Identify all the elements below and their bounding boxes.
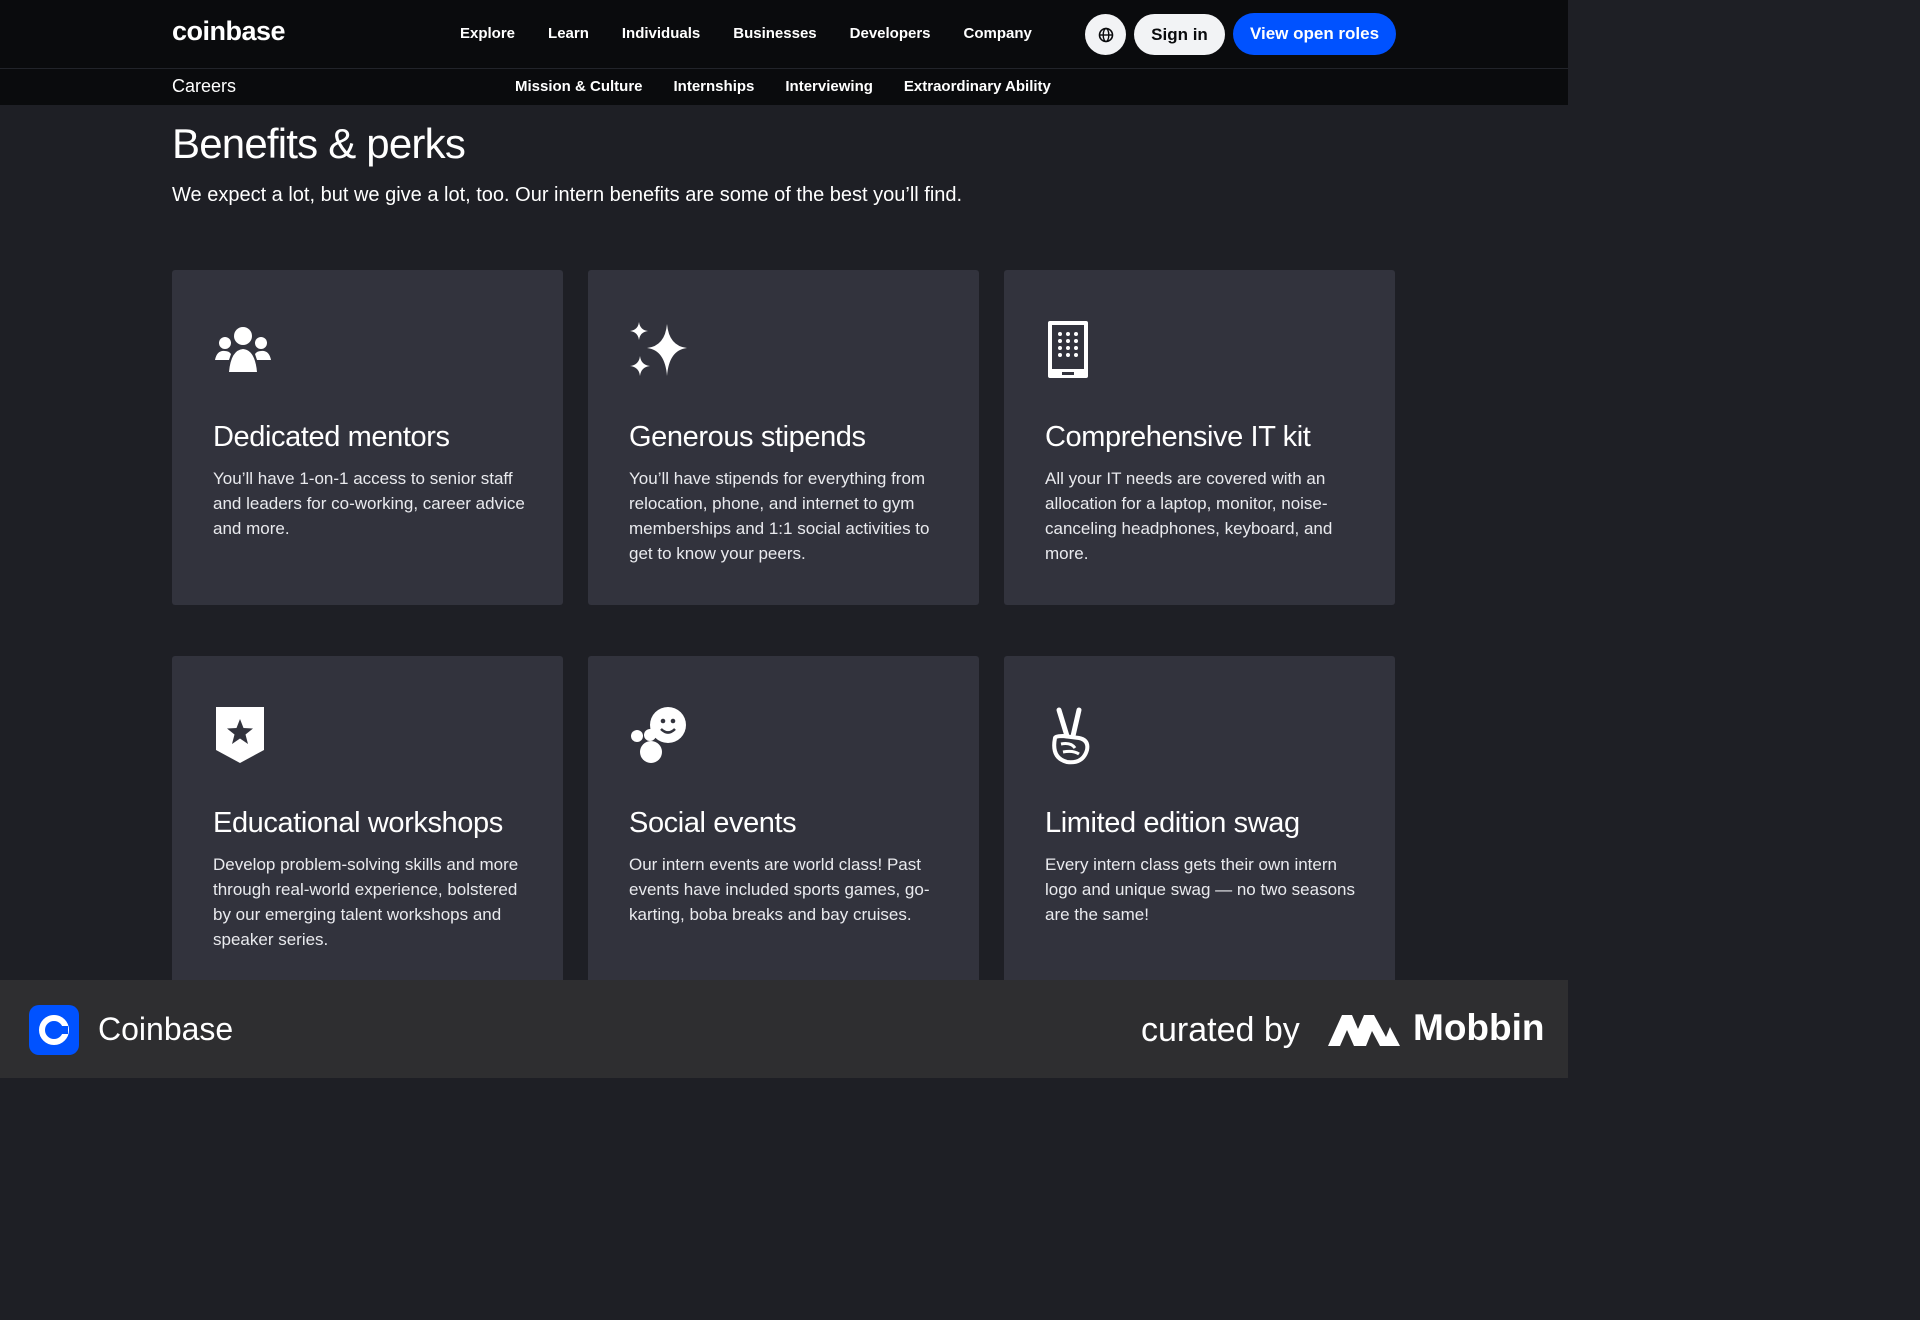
star-badge-icon: [216, 707, 264, 763]
mobbin-brand-name: Mobbin: [1413, 1007, 1545, 1048]
people-group-icon: [215, 327, 271, 372]
curated-by-label: curated by: [1141, 1011, 1300, 1049]
top-navigation: coinbase Explore Learn Individuals Busin…: [0, 0, 1568, 69]
smiley-bubbles-icon: [631, 707, 686, 763]
card-text: Our intern events are world class! Past …: [629, 855, 930, 924]
device-keypad-icon: [1048, 321, 1088, 378]
benefit-card-swag: Limited edition swag Every intern class …: [1004, 656, 1395, 986]
benefit-card-social-events: Social events Our intern events are worl…: [588, 656, 979, 986]
language-button[interactable]: [1085, 14, 1126, 55]
nav-company[interactable]: Company: [964, 25, 1032, 42]
careers-subnav-bar: Careers Mission & Culture Internships In…: [0, 69, 1568, 105]
subnav-mission-culture[interactable]: Mission & Culture: [515, 78, 643, 95]
subnav-interviewing[interactable]: Interviewing: [785, 78, 873, 95]
benefit-card-mentors: Dedicated mentors You’ll have 1-on-1 acc…: [172, 270, 563, 605]
careers-subnav: Mission & Culture Internships Interviewi…: [515, 78, 1082, 95]
nav-explore[interactable]: Explore: [460, 25, 515, 42]
card-title: Comprehensive IT kit: [1045, 421, 1311, 453]
card-title: Limited edition swag: [1045, 807, 1300, 839]
card-title: Generous stipends: [629, 421, 866, 453]
nav-individuals[interactable]: Individuals: [622, 25, 700, 42]
peace-hand-icon: [1052, 707, 1090, 765]
subnav-extraordinary-ability[interactable]: Extraordinary Ability: [904, 78, 1051, 95]
subnav-internships[interactable]: Internships: [674, 78, 755, 95]
benefit-card-stipends: Generous stipends You’ll have stipends f…: [588, 270, 979, 605]
card-text: You’ll have 1-on-1 access to senior staf…: [213, 469, 525, 538]
globe-icon: [1098, 27, 1113, 42]
sparkle-icon: [630, 322, 687, 376]
card-title: Social events: [629, 807, 797, 839]
page-subtitle: We expect a lot, but we give a lot, too.…: [172, 184, 963, 206]
nav-learn[interactable]: Learn: [548, 25, 589, 42]
benefit-card-workshops: Educational workshops Develop problem-so…: [172, 656, 563, 986]
view-open-roles-button[interactable]: View open roles: [1233, 13, 1396, 55]
app-name: Coinbase: [98, 1011, 234, 1047]
nav-businesses[interactable]: Businesses: [733, 25, 816, 42]
mobbin-logo-icon: [1328, 1015, 1400, 1046]
card-text: All your IT needs are covered with an al…: [1045, 469, 1333, 563]
card-title: Educational workshops: [213, 807, 503, 839]
nav-developers[interactable]: Developers: [850, 25, 931, 42]
card-text: You’ll have stipends for everything from…: [629, 469, 930, 563]
card-text: Develop problem-solving skills and more …: [213, 855, 519, 949]
card-title: Dedicated mentors: [213, 421, 450, 453]
card-text: Every intern class gets their own intern…: [1045, 855, 1355, 924]
sign-in-button[interactable]: Sign in: [1134, 14, 1225, 55]
careers-section-label[interactable]: Careers: [172, 76, 236, 97]
attribution-footer: Coinbase curated by Mobbin: [0, 980, 1568, 1078]
main-nav: Explore Learn Individuals Businesses Dev…: [460, 25, 1065, 42]
benefit-card-it-kit: Comprehensive IT kit All your IT needs a…: [1004, 270, 1395, 605]
coinbase-logo[interactable]: coinbase: [172, 16, 286, 47]
coinbase-app-icon: [29, 1005, 79, 1055]
page-title: Benefits & perks: [172, 120, 466, 167]
